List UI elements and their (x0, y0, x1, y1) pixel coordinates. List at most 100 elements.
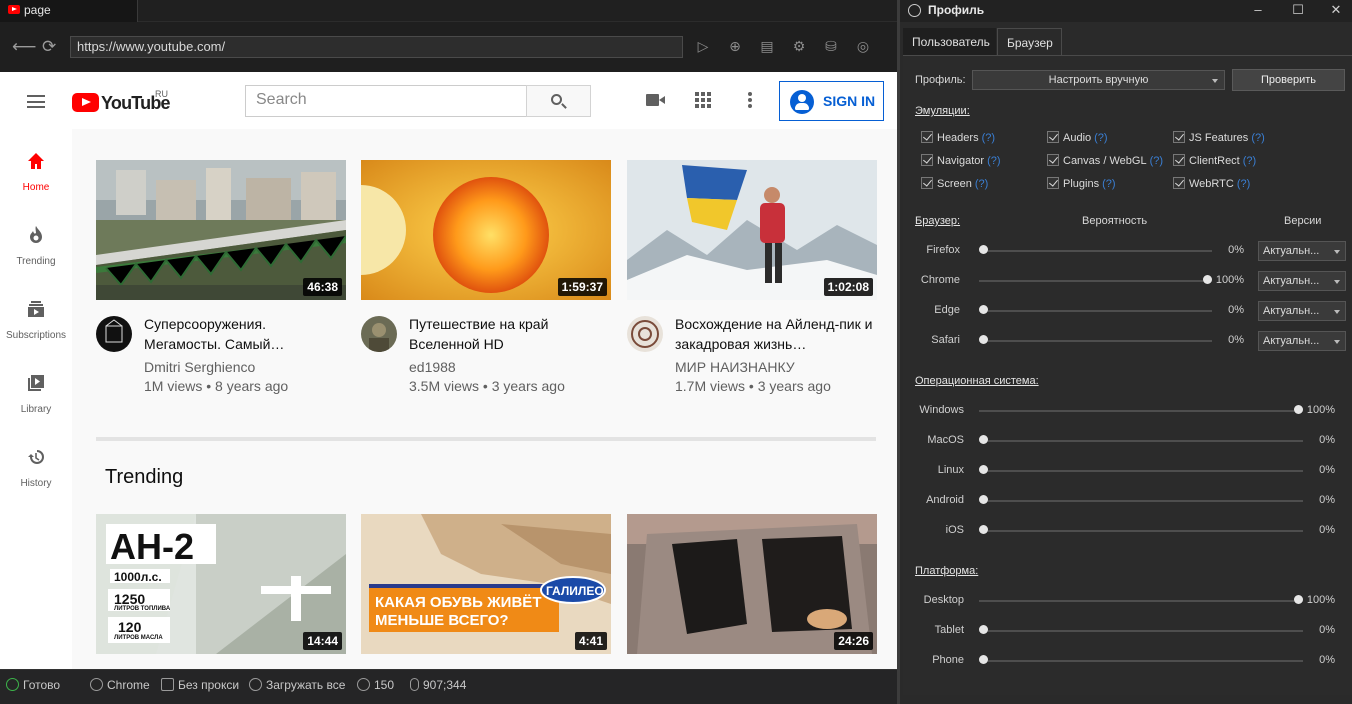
add-circle-icon[interactable]: ⊕ (727, 38, 743, 54)
help-link[interactable]: (?) (987, 155, 1000, 167)
slider-handle[interactable] (979, 245, 988, 254)
more-options-icon[interactable] (748, 92, 752, 108)
fingerprint-icon[interactable]: ◎ (855, 38, 871, 54)
checkbox-webrtc[interactable]: WebRTC (?) (1173, 177, 1250, 190)
database-icon[interactable]: ⛁ (823, 38, 839, 54)
slider-track[interactable] (979, 630, 1303, 632)
maximize-icon[interactable]: ☐ (1288, 2, 1308, 18)
channel-name[interactable]: ed1988 (409, 359, 456, 375)
help-link[interactable]: (?) (1251, 132, 1264, 144)
menu-icon[interactable] (27, 95, 45, 108)
slider-track[interactable] (979, 410, 1303, 412)
channel-name[interactable]: Dmitri Serghienco (144, 359, 255, 375)
version-dropdown[interactable]: Актуальн... (1258, 301, 1346, 321)
slider-handle[interactable] (979, 435, 988, 444)
help-link[interactable]: (?) (1237, 178, 1250, 190)
search-input[interactable]: Search (245, 85, 527, 117)
profile-dropdown[interactable]: Настроить вручную (972, 70, 1225, 90)
slider-track[interactable] (979, 500, 1303, 502)
create-video-icon[interactable] (646, 94, 665, 106)
slider-track[interactable] (979, 440, 1303, 442)
slider-label: Android (926, 494, 964, 506)
slider-handle[interactable] (979, 465, 988, 474)
video-title[interactable]: Восхождение на Айленд-пик и закадровая ж… (675, 314, 875, 354)
slider-handle[interactable] (979, 655, 988, 664)
slider-track[interactable] (979, 250, 1212, 252)
checkbox-screen[interactable]: Screen (?) (921, 177, 988, 190)
checkbox-js-features[interactable]: JS Features (?) (1173, 131, 1265, 144)
minimize-icon[interactable]: – (1248, 2, 1268, 17)
video-title[interactable]: Путешествие на край Вселенной HD (409, 314, 609, 354)
video-thumbnail[interactable]: АН-2 1000л.с. 1250 ЛИТРОВ ТОПЛИВА 120 ЛИ… (96, 514, 346, 654)
guide-item-subscriptions[interactable]: Subscriptions (0, 299, 72, 359)
check-button[interactable]: Проверить (1232, 69, 1345, 91)
video-title[interactable]: Суперсооружения. Мегамосты. Самый… (144, 314, 344, 354)
checkbox-headers[interactable]: Headers (?) (921, 131, 995, 144)
slider-handle[interactable] (1294, 595, 1303, 604)
slider-handle[interactable] (979, 305, 988, 314)
version-dropdown[interactable]: Актуальн... (1258, 241, 1346, 261)
checkbox-plugins[interactable]: Plugins (?) (1047, 177, 1116, 190)
slider-handle[interactable] (979, 335, 988, 344)
checkbox-canvas-webgl[interactable]: Canvas / WebGL (?) (1047, 154, 1163, 167)
checkbox-audio[interactable]: Audio (?) (1047, 131, 1108, 144)
slider-track[interactable] (979, 280, 1212, 282)
guide-item-home[interactable]: Home (0, 151, 72, 211)
slider-handle[interactable] (1294, 405, 1303, 414)
video-thumbnail[interactable]: КАКАЯ ОБУВЬ ЖИВЁТ МЕНЬШЕ ВСЕГО? ГАЛИЛЕО … (361, 514, 611, 654)
slider-track[interactable] (979, 340, 1212, 342)
help-link[interactable]: (?) (982, 132, 995, 144)
tab-user[interactable]: Пользователь (903, 28, 996, 56)
help-link[interactable]: (?) (1150, 155, 1163, 167)
status-timeout[interactable]: 150 (357, 678, 394, 692)
status-proxy[interactable]: Без прокси (161, 678, 239, 692)
play-icon[interactable]: ▷ (695, 38, 711, 54)
channel-avatar[interactable] (96, 316, 132, 352)
overlay-text: 120 (118, 619, 142, 635)
slider-track[interactable] (979, 600, 1303, 602)
help-link[interactable]: (?) (1102, 178, 1115, 190)
video-thumbnail[interactable]: 1:02:08 (627, 160, 877, 300)
tab-browser[interactable]: Браузер (997, 28, 1062, 56)
checkbox-navigator[interactable]: Navigator (?) (921, 154, 1001, 167)
video-thumbnail[interactable]: 24:26 (627, 514, 877, 654)
slider-handle[interactable] (1203, 275, 1212, 284)
slider-handle[interactable] (979, 525, 988, 534)
status-browser[interactable]: Chrome (90, 678, 150, 692)
video-thumbnail[interactable]: 1:59:37 (361, 160, 611, 300)
slider-track[interactable] (979, 660, 1303, 662)
checkbox-clientrect[interactable]: ClientRect (?) (1173, 154, 1256, 167)
settings-cube-icon[interactable]: ⚙ (791, 38, 807, 54)
document-icon[interactable]: ▤ (759, 38, 775, 54)
apps-grid-icon[interactable] (695, 92, 711, 108)
video-thumbnail[interactable]: 46:38 (96, 160, 346, 300)
slider-row-ios: iOS 0% (903, 521, 1352, 541)
channel-avatar[interactable] (361, 316, 397, 352)
version-dropdown[interactable]: Актуальн... (1258, 331, 1346, 351)
slider-track[interactable] (979, 310, 1212, 312)
channel-name[interactable]: МИР НАИЗНАНКУ (675, 359, 795, 375)
guide-item-history[interactable]: History (0, 447, 72, 507)
version-dropdown[interactable]: Актуальн... (1258, 271, 1346, 291)
slider-handle[interactable] (979, 625, 988, 634)
close-icon[interactable]: ✕ (1326, 2, 1346, 18)
back-icon[interactable]: ⟵ (12, 38, 36, 55)
status-load[interactable]: Загружать все (249, 678, 345, 692)
sign-in-button[interactable]: SIGN IN (779, 81, 884, 121)
channel-avatar[interactable] (627, 316, 663, 352)
slider-track[interactable] (979, 470, 1303, 472)
help-link[interactable]: (?) (1094, 132, 1107, 144)
guide-item-trending[interactable]: Trending (0, 225, 72, 285)
youtube-logo[interactable]: YouTube RU (72, 89, 172, 115)
help-link[interactable]: (?) (975, 178, 988, 190)
slider-value: 100% (1306, 404, 1335, 416)
region-code: RU (155, 89, 168, 99)
address-bar[interactable]: https://www.youtube.com/ (70, 36, 683, 58)
guide-item-library[interactable]: Library (0, 373, 72, 433)
browser-tab[interactable]: page (0, 0, 138, 22)
help-link[interactable]: (?) (1243, 155, 1256, 167)
slider-handle[interactable] (979, 495, 988, 504)
slider-track[interactable] (979, 530, 1303, 532)
reload-icon[interactable]: ⟳ (42, 38, 56, 55)
search-button[interactable] (526, 85, 591, 117)
